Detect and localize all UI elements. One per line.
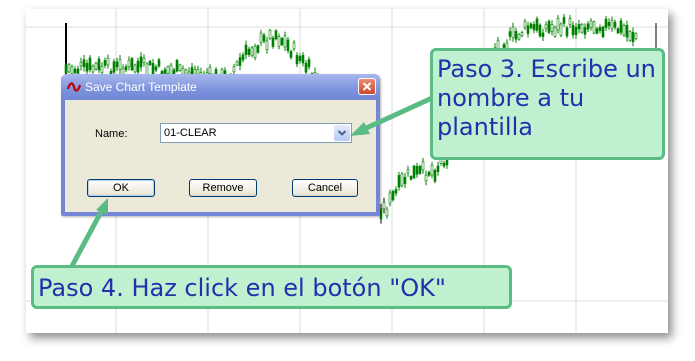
arrow-head: [96, 198, 108, 215]
callout-step-3: Paso 3. Escribe un nombre a tu plantilla: [430, 48, 665, 160]
callout-step-4: Paso 4. Haz click en el botón "OK": [31, 265, 512, 309]
arrow-head: [350, 122, 370, 136]
